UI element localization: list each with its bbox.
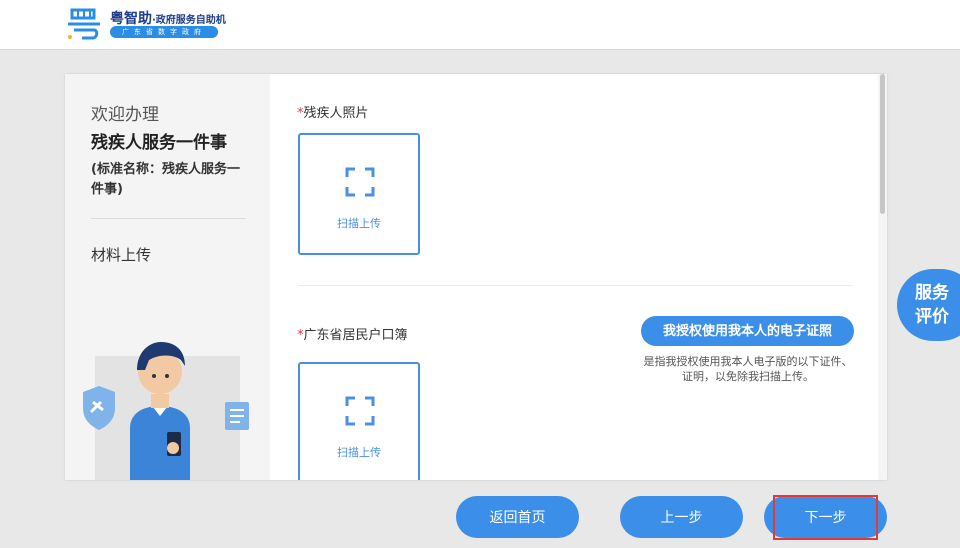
sidebar: 欢迎办理 残疾人服务一件事 (标准名称：残疾人服务一件事) 材料上传: [65, 74, 270, 480]
current-step: 材料上传: [91, 244, 151, 265]
next-step-highlight-box: [773, 495, 878, 540]
sidebar-divider: [91, 218, 246, 219]
scrollbar-thumb[interactable]: [880, 74, 885, 214]
welcome-text: 欢迎办理: [91, 100, 159, 125]
scan-upload-label: 扫描上传: [300, 444, 418, 460]
rating-line-2: 评价: [915, 305, 960, 329]
main-card: 欢迎办理 残疾人服务一件事 (标准名称：残疾人服务一件事) 材料上传 *残疾人照…: [65, 74, 887, 480]
top-bar: 粤智助·政府服务自助机 广东省数字政府: [0, 0, 960, 50]
scan-frame-icon: [345, 396, 375, 426]
brand-subtitle: ·政府服务自助机: [152, 15, 226, 26]
service-name: 残疾人服务一件事: [91, 128, 227, 153]
field-label-text: 残疾人照片: [304, 106, 369, 121]
brand-name: 粤智助·政府服务自助机: [110, 8, 226, 28]
scan-upload-photo[interactable]: 扫描上传: [298, 133, 420, 255]
authorize-e-license-button[interactable]: 我授权使用我本人的电子证照: [641, 316, 854, 346]
standard-name: (标准名称：残疾人服务一件事): [91, 160, 251, 200]
field-label-household-register: *广东省居民户口簿: [297, 324, 408, 343]
field-label-disabled-photo: *残疾人照片: [297, 102, 369, 121]
scan-upload-label: 扫描上传: [300, 215, 418, 231]
scan-frame-icon: [345, 167, 375, 197]
content-area: *残疾人照片 扫描上传 *广东省居民户口簿 我授权使用我本人的电子证照 是指我授…: [270, 74, 878, 480]
scrollbar[interactable]: [878, 74, 887, 480]
prev-step-button[interactable]: 上一步: [620, 496, 743, 538]
brand-title: 粤智助: [110, 11, 152, 27]
home-button[interactable]: 返回首页: [456, 496, 579, 538]
authorize-note: 是指我授权使用我本人电子版的以下证件、证明，以免除我扫描上传。: [643, 354, 853, 384]
scan-upload-household-register[interactable]: 扫描上传: [298, 362, 420, 480]
person-with-phone-illustration: [75, 336, 260, 480]
service-rating-tab[interactable]: 服务 评价: [897, 269, 960, 341]
yue-logo-icon: [64, 4, 104, 44]
brand-strip: 广东省数字政府: [110, 26, 218, 38]
section-divider: [298, 285, 853, 286]
field-label-text: 广东省居民户口簿: [304, 328, 408, 343]
rating-line-1: 服务: [915, 281, 960, 305]
